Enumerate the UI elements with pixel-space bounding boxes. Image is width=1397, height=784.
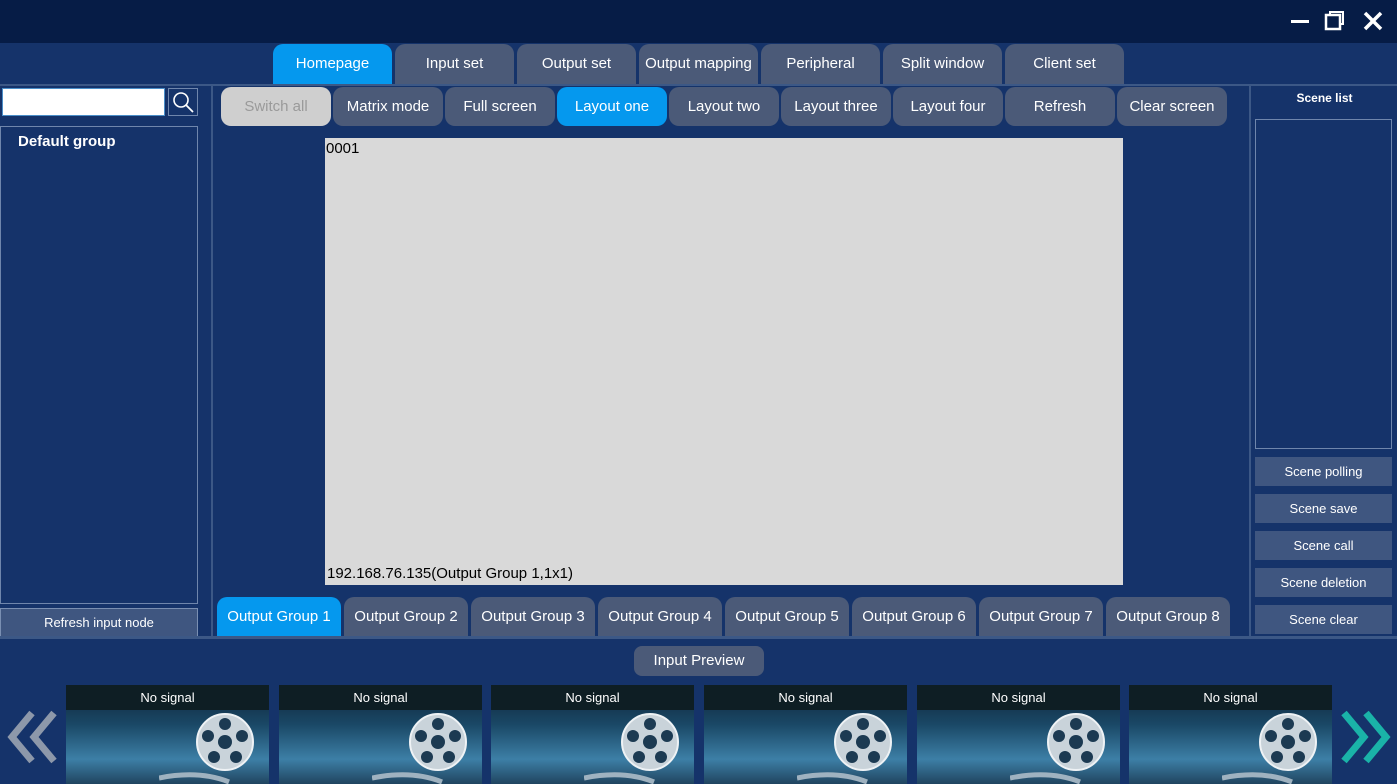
- tab-output-group-5[interactable]: Output Group 5: [725, 597, 849, 636]
- scene-call-button[interactable]: Scene call: [1255, 531, 1392, 560]
- tab-output-group-2[interactable]: Output Group 2: [344, 597, 468, 636]
- tab-output-group-7[interactable]: Output Group 7: [979, 597, 1103, 636]
- tab-output-group-6[interactable]: Output Group 6: [852, 597, 976, 636]
- search-button[interactable]: [168, 88, 198, 116]
- input-thumbnail[interactable]: No signal: [704, 685, 907, 784]
- layout-three-button[interactable]: Layout three: [781, 87, 891, 126]
- tab-output-group-4[interactable]: Output Group 4: [598, 597, 722, 636]
- refresh-button[interactable]: Refresh: [1005, 87, 1115, 126]
- tab-input-set[interactable]: Input set: [395, 44, 514, 84]
- tab-output-set[interactable]: Output set: [517, 44, 636, 84]
- scene-clear-button[interactable]: Scene clear: [1255, 605, 1392, 634]
- tab-output-group-3[interactable]: Output Group 3: [471, 597, 595, 636]
- tab-client-set[interactable]: Client set: [1005, 44, 1124, 84]
- search-icon: [173, 92, 194, 113]
- input-group-tree: [0, 126, 198, 604]
- switch-all-button[interactable]: Switch all: [221, 87, 331, 126]
- thumbnail-status: No signal: [1129, 685, 1332, 710]
- matrix-mode-button[interactable]: Matrix mode: [333, 87, 443, 126]
- input-thumbnail[interactable]: No signal: [279, 685, 482, 784]
- search-input[interactable]: [2, 88, 165, 116]
- clear-screen-button[interactable]: Clear screen: [1117, 87, 1227, 126]
- scene-save-button[interactable]: Scene save: [1255, 494, 1392, 523]
- thumbnail-status: No signal: [279, 685, 482, 710]
- input-thumbnail[interactable]: No signal: [66, 685, 269, 784]
- film-reel-icon: [1010, 713, 1105, 784]
- tab-split-window[interactable]: Split window: [883, 44, 1002, 84]
- tab-homepage[interactable]: Homepage: [273, 44, 392, 84]
- input-thumbnail[interactable]: No signal: [491, 685, 694, 784]
- full-screen-button[interactable]: Full screen: [445, 87, 555, 126]
- layout-one-button[interactable]: Layout one: [557, 87, 667, 126]
- scene-deletion-button[interactable]: Scene deletion: [1255, 568, 1392, 597]
- film-reel-icon: [584, 713, 679, 784]
- input-thumbnail[interactable]: No signal: [917, 685, 1120, 784]
- title-bar: [0, 0, 1397, 43]
- window-id-label: 0001: [326, 140, 360, 157]
- layout-four-button[interactable]: Layout four: [893, 87, 1003, 126]
- thumbnail-status: No signal: [917, 685, 1120, 710]
- tab-output-group-1[interactable]: Output Group 1: [217, 597, 341, 636]
- tab-output-group-8[interactable]: Output Group 8: [1106, 597, 1230, 636]
- divider: [1249, 84, 1251, 638]
- group-item-default[interactable]: Default group: [18, 133, 116, 150]
- film-reel-icon: [372, 713, 467, 784]
- scene-list-title: Scene list: [1296, 91, 1353, 105]
- canvas-caption: 192.168.76.135(Output Group 1,1x1): [327, 565, 574, 582]
- refresh-input-node-button[interactable]: Refresh input node: [0, 608, 198, 638]
- scroll-right-arrow-icon[interactable]: [1338, 705, 1394, 769]
- film-reel-icon: [1222, 713, 1317, 784]
- minimize-icon[interactable]: [1287, 8, 1313, 34]
- input-preview-button[interactable]: Input Preview: [634, 646, 764, 676]
- tab-output-mapping[interactable]: Output mapping: [639, 44, 758, 84]
- scene-list[interactable]: [1255, 119, 1392, 449]
- input-thumbnail[interactable]: No signal: [1129, 685, 1332, 784]
- thumbnail-status: No signal: [704, 685, 907, 710]
- tab-peripheral[interactable]: Peripheral: [761, 44, 880, 84]
- thumbnail-status: No signal: [66, 685, 269, 710]
- scroll-left-arrow-icon[interactable]: [6, 705, 62, 769]
- film-reel-icon: [159, 713, 254, 784]
- close-icon[interactable]: [1360, 8, 1386, 34]
- output-canvas[interactable]: 0001 192.168.76.135(Output Group 1,1x1): [325, 138, 1123, 585]
- scene-polling-button[interactable]: Scene polling: [1255, 457, 1392, 486]
- layout-two-button[interactable]: Layout two: [669, 87, 779, 126]
- maximize-icon[interactable]: [1321, 8, 1347, 34]
- divider: [211, 84, 213, 638]
- thumbnail-status: No signal: [491, 685, 694, 710]
- film-reel-icon: [797, 713, 892, 784]
